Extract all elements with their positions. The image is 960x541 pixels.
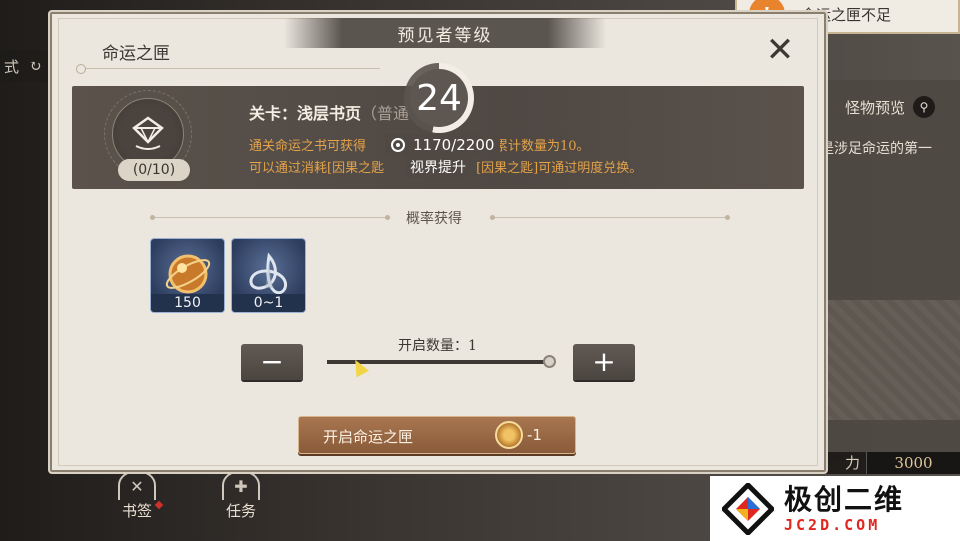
- reward-item-triquetra[interactable]: 0~1: [231, 238, 306, 313]
- fate-box-icon: [132, 116, 164, 150]
- left-fragment-text: 式: [4, 57, 20, 76]
- eye-icon: [391, 138, 405, 152]
- vision-up-label: 视界提升: [406, 156, 470, 178]
- reward-item-quantity: 150: [151, 294, 224, 312]
- description-snippet: 是涉足命运的第一: [820, 141, 932, 157]
- watermark: 极创二维 JC2D.COM: [710, 476, 960, 541]
- power-value: 3000: [866, 452, 960, 474]
- info-line-1-head: 通关命运之书可获得: [249, 139, 367, 154]
- vision-progress: 1170/2200: [385, 134, 501, 156]
- increase-button[interactable]: +: [573, 344, 635, 380]
- prob-divider-left: [150, 215, 390, 220]
- modal-title: 命运之匣: [102, 44, 170, 64]
- reward-item-quantity: 0~1: [232, 294, 305, 312]
- search-icon[interactable]: ⚲: [913, 96, 936, 118]
- slider-thumb[interactable]: [543, 355, 556, 368]
- key-token-icon: [495, 421, 523, 449]
- watermark-logo-icon: [722, 482, 774, 535]
- stage-difficulty: （普通: [361, 104, 410, 123]
- nav-task-label: 任务: [225, 502, 256, 520]
- nav-bookmark[interactable]: ✕ 书签: [118, 470, 164, 521]
- open-cost: -1: [527, 426, 542, 444]
- box-count-badge: (0/10): [118, 159, 190, 181]
- watermark-title: 极创二维: [784, 482, 905, 516]
- decrease-button[interactable]: −: [241, 344, 303, 380]
- power-display: 力 3000: [820, 452, 960, 474]
- vision-progress-value: 1170/2200: [413, 136, 495, 154]
- bookmark-icon: ✕: [118, 470, 156, 500]
- stage-label: 关卡：浅层书页（普通: [249, 100, 409, 124]
- stage-name: 关卡：浅层书页: [249, 104, 362, 123]
- monster-preview[interactable]: 怪物预览 ⚲: [845, 96, 936, 118]
- seer-level-banner: 预见者等级: [284, 18, 606, 48]
- task-icon: ✚: [222, 470, 260, 500]
- open-fate-box-button[interactable]: 开启命运之匣 -1: [298, 416, 576, 454]
- watermark-url: JC2D.COM: [784, 515, 881, 534]
- refresh-icon: ↻: [29, 57, 42, 75]
- info-line-2-head: 可以通过消耗[因果之匙: [249, 161, 385, 176]
- close-icon[interactable]: ✕: [762, 32, 798, 68]
- nav-task[interactable]: ✚ 任务: [222, 470, 260, 521]
- monster-preview-label: 怪物预览: [845, 98, 906, 117]
- seer-level-value: 24: [410, 69, 468, 127]
- map-thumbnail: [826, 300, 960, 420]
- seer-level-ring: 24: [404, 63, 474, 133]
- probability-title: 概率获得: [406, 211, 462, 227]
- title-divider: [76, 64, 380, 74]
- open-button-label: 开启命运之匣: [323, 428, 414, 446]
- open-quantity-label: 开启数量：1: [398, 338, 477, 354]
- prob-divider-right: [490, 215, 730, 220]
- reward-item-orb[interactable]: 150: [150, 238, 225, 313]
- info-line-2-tail: 励。[因果之匙]可通过明度兑换。: [450, 161, 643, 176]
- nav-bookmark-label: 书签: [121, 502, 152, 520]
